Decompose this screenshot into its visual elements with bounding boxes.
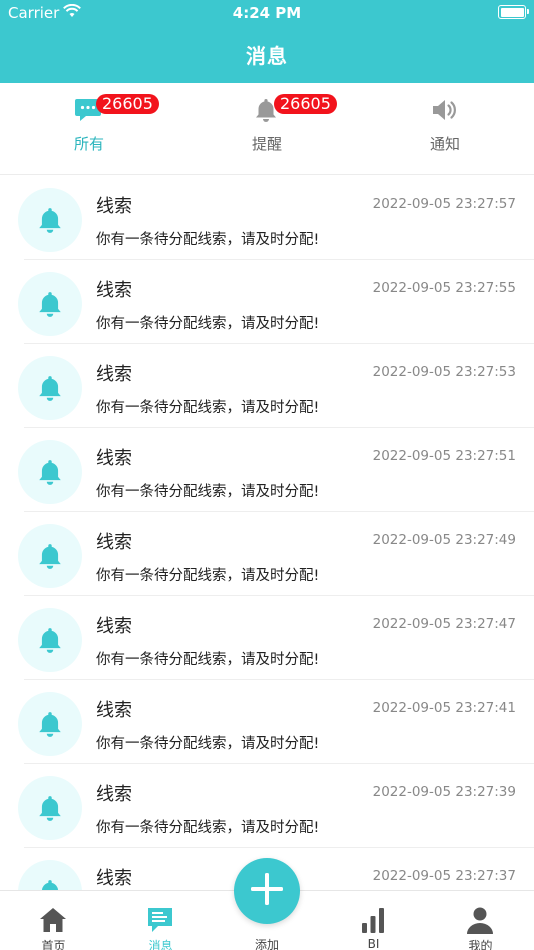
message-text: 你有一条待分配线索，请及时分配! [96,652,320,668]
bell-icon [18,776,82,840]
message-time: 2022-09-05 23:27:39 [372,784,516,800]
message-row[interactable]: 线索 2022-09-05 23:27:53 你有一条待分配线索，请及时分配! [0,344,534,428]
message-list[interactable]: 线索 2022-09-05 23:27:57 你有一条待分配线索，请及时分配! … [0,176,534,890]
message-row[interactable]: 线索 2022-09-05 23:27:49 你有一条待分配线索，请及时分配! [0,512,534,596]
message-time: 2022-09-05 23:27:49 [372,532,516,548]
tabbar-messages[interactable]: 消息 [107,891,214,950]
message-row[interactable]: 线索 2022-09-05 23:27:39 你有一条待分配线索，请及时分配! [0,764,534,848]
tabbar-label: 消息 [148,939,173,950]
tabbar-mine[interactable]: 我的 [427,891,534,950]
page-title: 消息 [246,44,288,68]
message-time: 2022-09-05 23:27:41 [372,700,516,716]
message-title: 线索 [96,700,132,721]
bell-icon [18,524,82,588]
bell-icon [18,692,82,756]
message-title: 线索 [96,280,132,301]
tabbar-label: 首页 [41,939,66,950]
message-text: 你有一条待分配线索，请及时分配! [96,736,320,752]
bell-icon [18,188,82,252]
tabbar-home[interactable]: 首页 [0,891,107,950]
unread-badge: 26605 [274,94,337,114]
message-title: 线索 [96,448,132,469]
tab-all[interactable]: 26605 所有 [0,83,178,175]
message-row[interactable]: 线索 2022-09-05 23:27:55 你有一条待分配线索，请及时分配! [0,260,534,344]
message-text: 你有一条待分配线索，请及时分配! [96,820,320,836]
bell-icon [18,608,82,672]
tab-label: 所有 [73,135,104,153]
message-row[interactable]: 线索 2022-09-05 23:27:41 你有一条待分配线索，请及时分配! [0,680,534,764]
message-title: 线索 [96,364,132,385]
bell-icon [18,272,82,336]
message-time: 2022-09-05 23:27:47 [372,616,516,632]
tab-label: 通知 [429,135,460,153]
message-row[interactable]: 线索 2022-09-05 23:27:47 你有一条待分配线索，请及时分配! [0,596,534,680]
message-text: 你有一条待分配线索，请及时分配! [96,400,320,416]
message-time: 2022-09-05 23:27:37 [372,868,516,884]
message-time: 2022-09-05 23:27:57 [372,196,516,212]
status-bar: Carrier 4:24 PM [0,0,534,28]
message-title: 线索 [96,868,132,889]
message-text: 你有一条待分配线索，请及时分配! [96,568,320,584]
bell-icon [18,356,82,420]
user-icon [465,905,495,935]
header: Carrier 4:24 PM 消息 [0,0,534,83]
tab-label: 提醒 [251,135,282,153]
category-tabs: 26605 所有 26605 提醒 通知 [0,83,534,175]
bell-icon [18,440,82,504]
message-list-icon [145,905,175,935]
home-icon [38,905,68,935]
unread-badge: 26605 [96,94,159,114]
tabbar-label: BI [367,937,380,950]
status-time: 4:24 PM [232,4,302,22]
add-button[interactable] [234,858,300,924]
tabbar-bi[interactable]: BI [320,891,427,950]
tab-notices[interactable]: 通知 [356,83,534,175]
battery-icon [498,5,529,19]
message-title: 线索 [96,784,132,805]
message-text: 你有一条待分配线索，请及时分配! [96,232,320,248]
message-title: 线索 [96,616,132,637]
message-row[interactable]: 线索 2022-09-05 23:27:57 你有一条待分配线索，请及时分配! [0,176,534,260]
message-title: 线索 [96,532,132,553]
bar-chart-icon [358,905,388,935]
message-text: 你有一条待分配线索，请及时分配! [96,316,320,332]
message-time: 2022-09-05 23:27:51 [372,448,516,464]
message-title: 线索 [96,196,132,217]
bell-icon [18,860,82,890]
tabbar-label: 我的 [468,939,493,950]
plus-icon [249,871,285,911]
message-time: 2022-09-05 23:27:53 [372,364,516,380]
message-time: 2022-09-05 23:27:55 [372,280,516,296]
add-label: 添加 [254,938,279,950]
message-text: 你有一条待分配线索，请及时分配! [96,484,320,500]
tab-reminders[interactable]: 26605 提醒 [178,83,356,175]
speaker-icon [429,95,459,125]
message-row[interactable]: 线索 2022-09-05 23:27:51 你有一条待分配线索，请及时分配! [0,428,534,512]
